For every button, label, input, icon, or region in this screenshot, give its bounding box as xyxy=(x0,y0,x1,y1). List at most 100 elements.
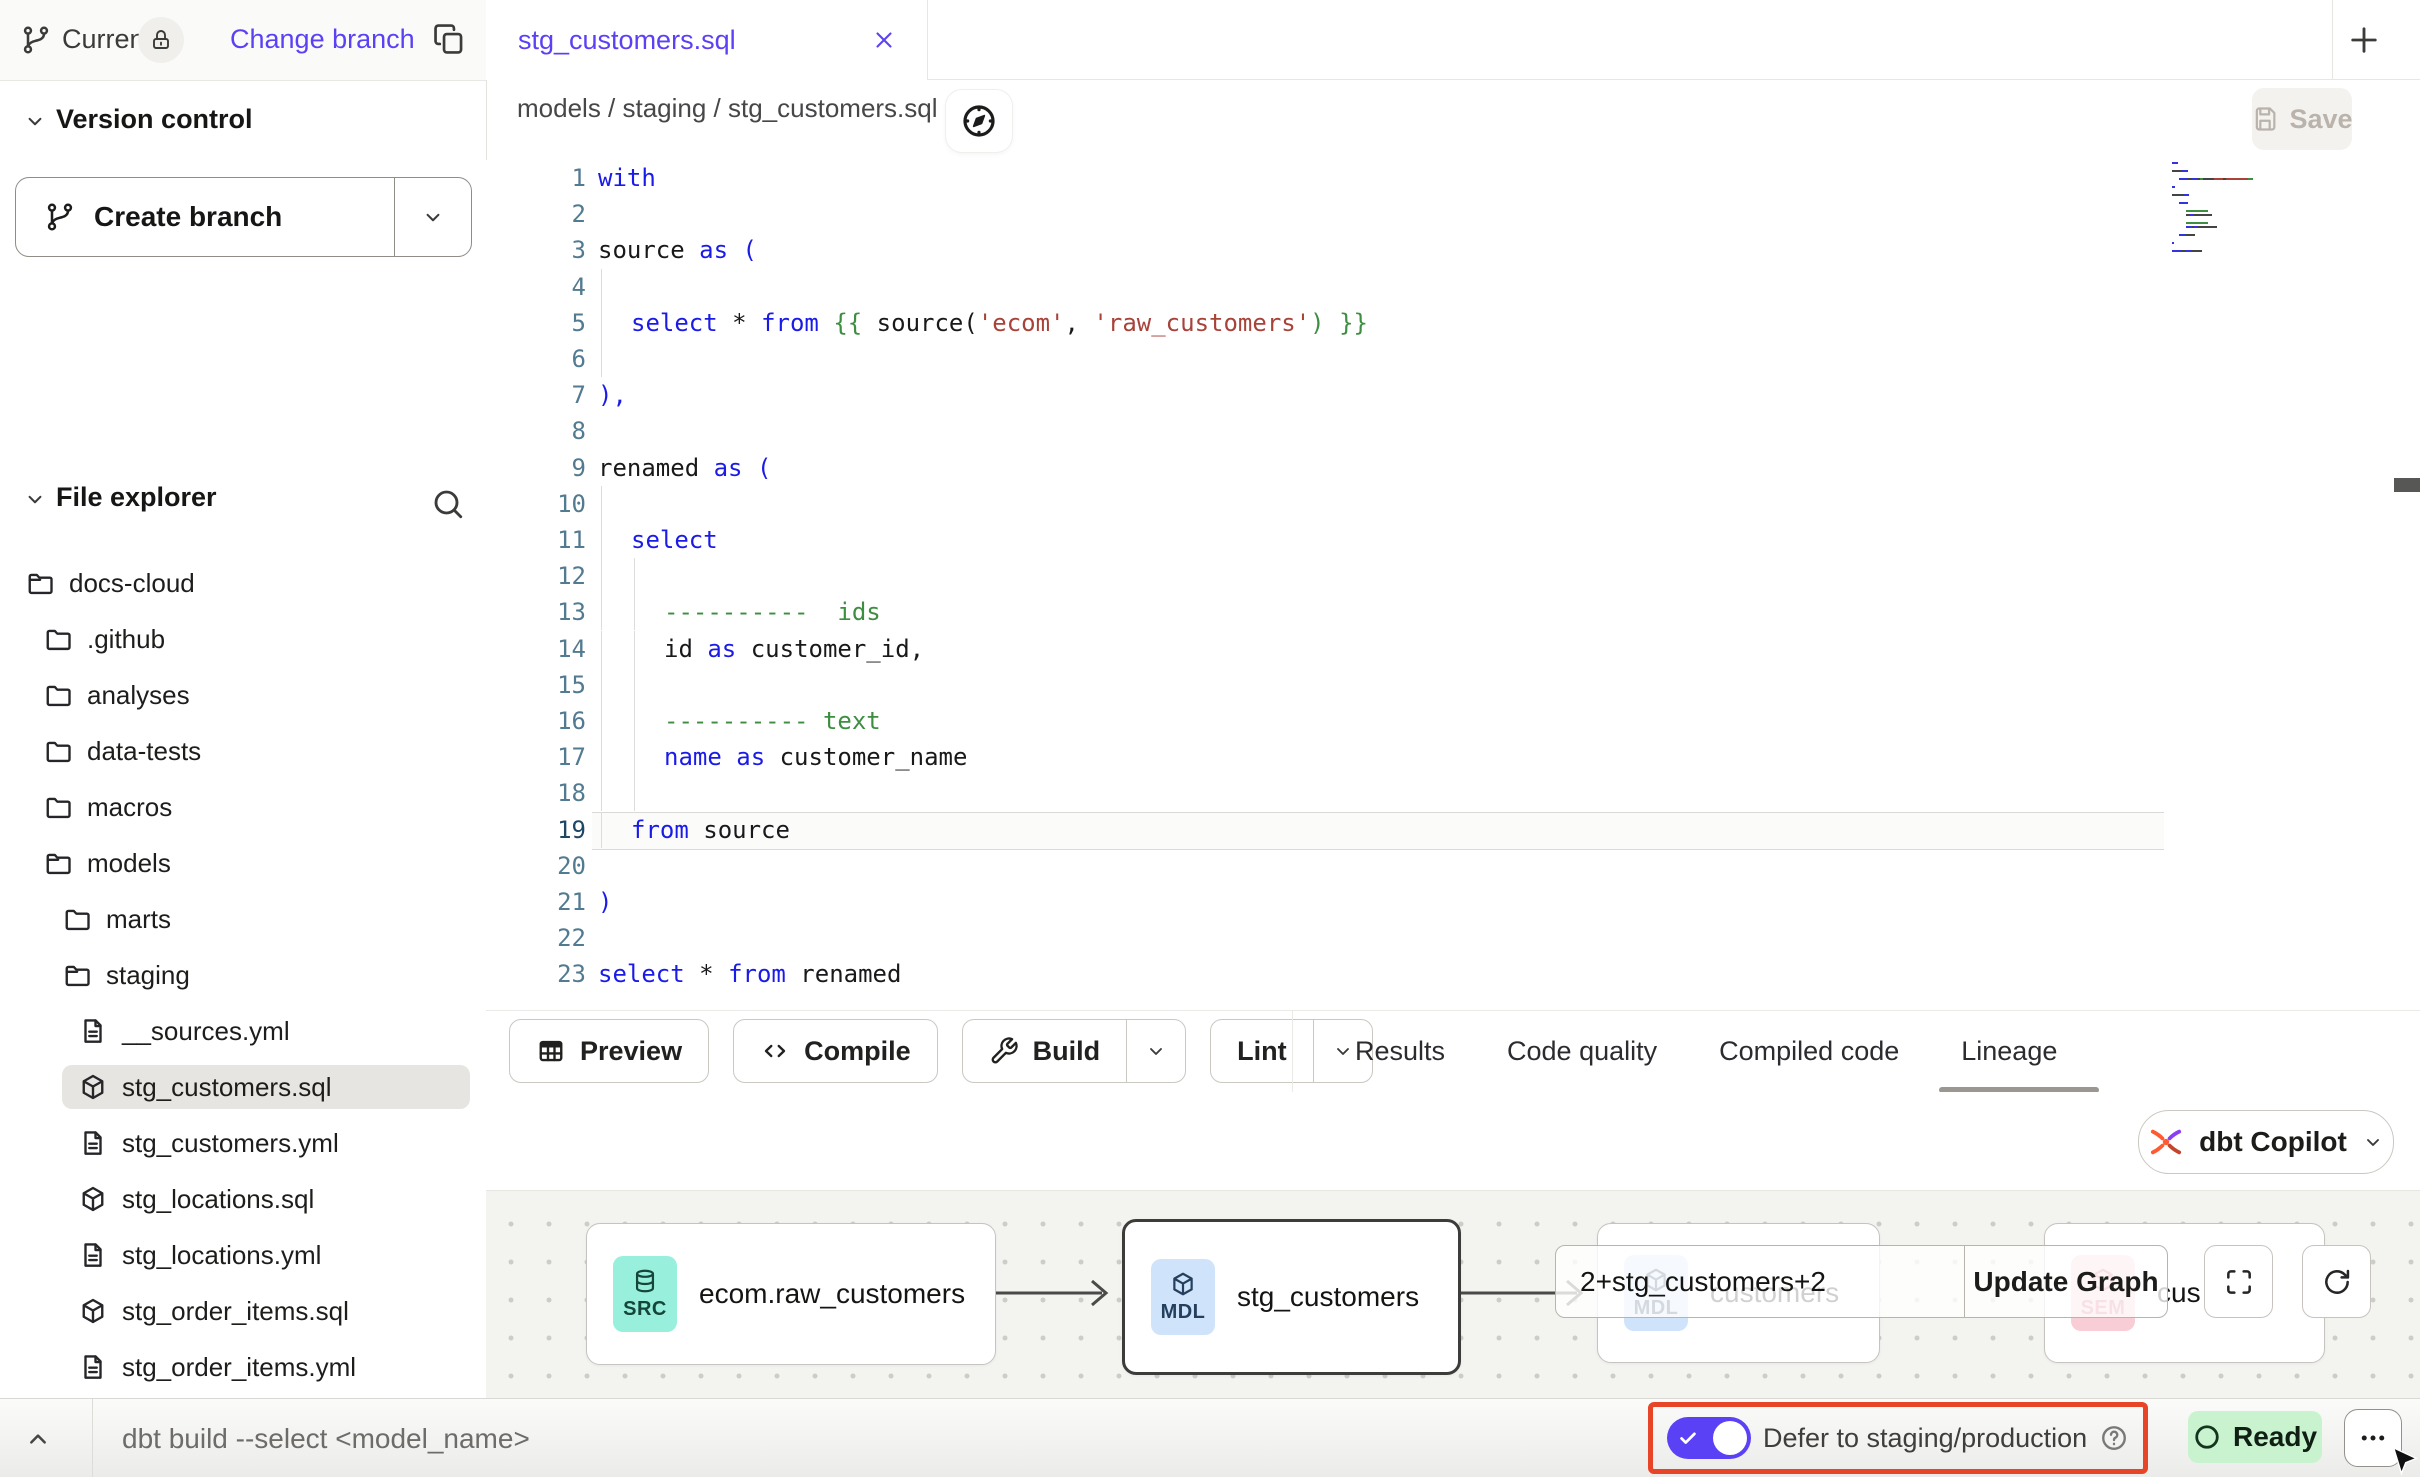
refresh-graph-button[interactable] xyxy=(2302,1245,2371,1318)
node-badge: MDL xyxy=(1161,1301,1206,1324)
code-token: as xyxy=(736,743,765,771)
file-tree-item[interactable]: stg_locations.yml xyxy=(0,1233,486,1277)
panel-tab-results[interactable]: Results xyxy=(1355,1036,1445,1067)
file-tree-item[interactable]: macros xyxy=(0,785,486,829)
create-branch-dropdown[interactable] xyxy=(394,178,471,256)
file-tree-item[interactable]: stg_customers.yml xyxy=(0,1121,486,1165)
code-line: source as ( xyxy=(486,232,2420,268)
lineage-node-stg_customers[interactable]: MDL stg_customers xyxy=(1122,1219,1461,1375)
code-icon xyxy=(760,1036,790,1066)
tab-bar-border xyxy=(928,79,2420,80)
file-tree-item[interactable]: __sources.yml xyxy=(0,1009,486,1053)
code-editor[interactable]: 1with23source as (45select * from {{ sou… xyxy=(486,160,2420,1010)
lineage-node-ecomraw_customers[interactable]: SRCecom.raw_customers xyxy=(586,1223,996,1365)
code-line xyxy=(486,848,2420,884)
file-label: analyses xyxy=(87,680,190,711)
compass-chip[interactable] xyxy=(946,90,1012,152)
change-branch-link[interactable]: Change branch xyxy=(230,24,415,55)
code-line xyxy=(486,775,2420,811)
code-token: ---------- text xyxy=(664,707,881,735)
code-line xyxy=(486,269,2420,305)
new-tab-plus-icon[interactable] xyxy=(2346,22,2382,58)
ready-label: Ready xyxy=(2233,1421,2317,1453)
panel-tab-lineage[interactable]: Lineage xyxy=(1961,1036,2057,1067)
file-tree-item[interactable]: staging xyxy=(0,953,486,997)
chevron-down-icon[interactable] xyxy=(22,486,48,512)
code-token: * xyxy=(685,960,728,988)
dbt-copilot-button[interactable]: dbt Copilot xyxy=(2138,1110,2394,1174)
code-line xyxy=(486,196,2420,232)
branch-readonly-lock xyxy=(138,17,184,63)
file-label: stg_customers.yml xyxy=(122,1128,339,1159)
compile-button[interactable]: Compile xyxy=(733,1019,938,1083)
file-tree-item[interactable]: stg_order_items.yml xyxy=(0,1345,486,1389)
tab-stg-customers[interactable]: stg_customers.sql xyxy=(486,0,928,80)
folder-open-icon xyxy=(43,848,73,878)
build-button[interactable]: Build xyxy=(962,1019,1187,1083)
code-token: customer_name xyxy=(765,743,967,771)
file-tree-item[interactable]: .github xyxy=(0,617,486,661)
graph-selector-input[interactable]: 2+stg_customers+2 xyxy=(1556,1246,1964,1317)
folder-icon xyxy=(43,736,73,766)
code-token: ( xyxy=(728,236,757,264)
chevron-down-icon[interactable] xyxy=(22,108,48,134)
scrollbar-thumb[interactable] xyxy=(2394,478,2420,492)
node-label: stg_customers xyxy=(1237,1281,1419,1313)
help-icon[interactable] xyxy=(2099,1423,2129,1453)
chevron-down-icon xyxy=(1144,1039,1168,1063)
save-icon xyxy=(2251,105,2279,133)
fullscreen-button[interactable] xyxy=(2204,1245,2273,1318)
create-branch-button[interactable]: Create branch xyxy=(15,177,472,257)
update-graph-button[interactable]: Update Graph xyxy=(1964,1246,2167,1317)
code-line: from source xyxy=(486,812,2420,848)
file-label: models xyxy=(87,848,171,879)
folder-icon xyxy=(43,680,73,710)
code-token: select xyxy=(598,960,685,988)
code-token: source xyxy=(689,816,790,844)
divider xyxy=(2332,0,2333,79)
lineage-graph[interactable]: SRCecom.raw_customers MDL stg_customersMDL… xyxy=(486,1190,2420,1399)
file-label: docs-cloud xyxy=(69,568,195,599)
folder-icon xyxy=(43,624,73,654)
code-token: from xyxy=(761,309,819,337)
defer-label: Defer to staging/production xyxy=(1763,1423,2087,1454)
defer-toggle[interactable] xyxy=(1667,1417,1751,1459)
file-tree-item[interactable]: models xyxy=(0,841,486,885)
save-label: Save xyxy=(2289,104,2352,135)
action-buttons: PreviewCompileBuildLint xyxy=(509,1019,1373,1083)
node-label: ecom.raw_customers xyxy=(699,1278,965,1310)
chevron-up-icon[interactable] xyxy=(22,1423,54,1455)
cube-icon xyxy=(1169,1270,1197,1298)
code-token: as xyxy=(714,454,743,482)
file-tree-item[interactable]: analyses xyxy=(0,673,486,717)
code-token: ), xyxy=(598,381,627,409)
button-label: Compile xyxy=(804,1036,911,1067)
code-token: * xyxy=(718,309,761,337)
file-tree-item-selected[interactable]: stg_customers.sql xyxy=(0,1065,486,1109)
file-tree-item[interactable]: stg_order_items.sql xyxy=(0,1289,486,1333)
close-icon[interactable] xyxy=(871,27,897,53)
file-tree-item[interactable]: docs-cloud xyxy=(0,561,486,605)
copy-branch-icon[interactable] xyxy=(432,22,466,56)
code-line: name as customer_name xyxy=(486,739,2420,775)
folder-icon xyxy=(62,904,92,934)
table-icon xyxy=(536,1036,566,1066)
refresh-icon xyxy=(2321,1266,2353,1298)
panel-tab-compiled-code[interactable]: Compiled code xyxy=(1719,1036,1899,1067)
search-icon[interactable] xyxy=(430,486,466,522)
file-tree-item[interactable]: stg_locations.sql xyxy=(0,1177,486,1221)
file-tree-item[interactable]: marts xyxy=(0,897,486,941)
model-cube-icon xyxy=(78,1072,108,1102)
command-input[interactable] xyxy=(120,1417,1524,1461)
file-tree-item[interactable]: data-tests xyxy=(0,729,486,773)
chevron-down-icon xyxy=(1331,1039,1355,1063)
code-line: select * from renamed xyxy=(486,956,2420,992)
panel-tab-code-quality[interactable]: Code quality xyxy=(1507,1036,1657,1067)
preview-button[interactable]: Preview xyxy=(509,1019,709,1083)
file-label: staging xyxy=(106,960,190,991)
divider xyxy=(92,1399,93,1477)
chevron-down-icon xyxy=(2361,1130,2385,1154)
save-button[interactable]: Save xyxy=(2252,88,2352,150)
build-dropdown[interactable] xyxy=(1126,1020,1185,1082)
code-token: , xyxy=(1065,309,1094,337)
